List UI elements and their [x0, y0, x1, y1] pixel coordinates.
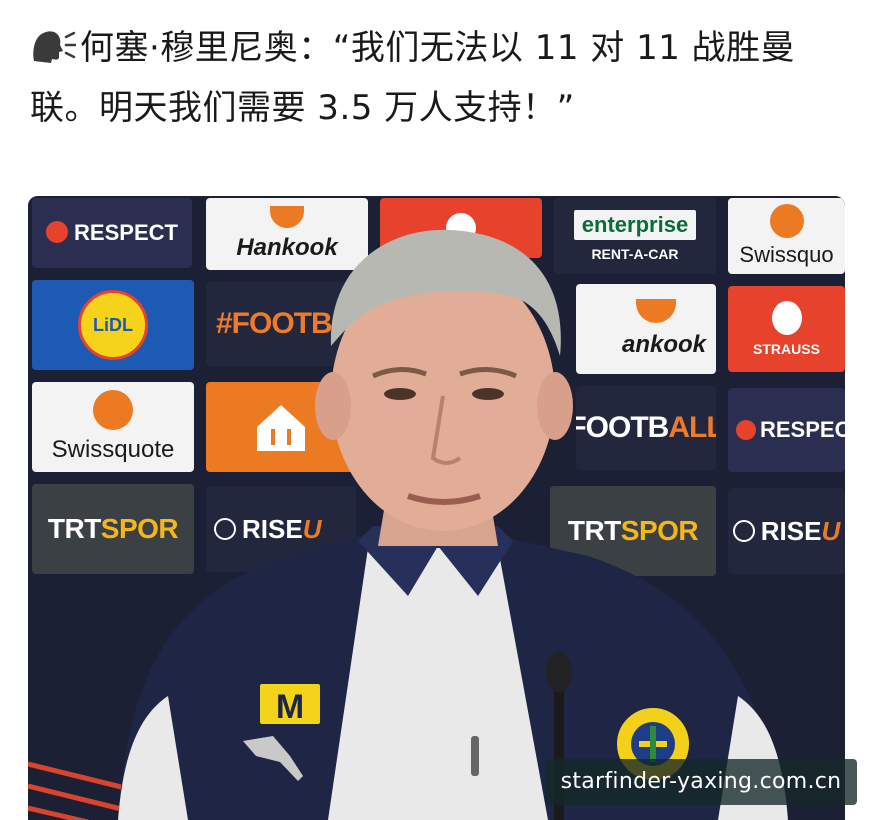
post-text-block: 何塞·穆里尼奥：“我们无法以 11 对 11 战胜曼联。明天我们需要 3.5 万…: [30, 18, 850, 138]
microphone-icon: [546, 652, 572, 692]
speaking-head-icon: [33, 31, 76, 63]
post-caption: 何塞·穆里尼奥：“我们无法以 11 对 11 战胜曼联。明天我们需要 3.5 万…: [30, 28, 796, 128]
speaker-figure: M: [118, 229, 788, 820]
jersey-brand-label: M: [276, 688, 304, 726]
press-conference-photo: RESPECT Hankook enterprise RENT-A-CAR Sw…: [28, 196, 845, 820]
site-watermark: starfinder-yaxing.com.cn: [545, 759, 857, 805]
